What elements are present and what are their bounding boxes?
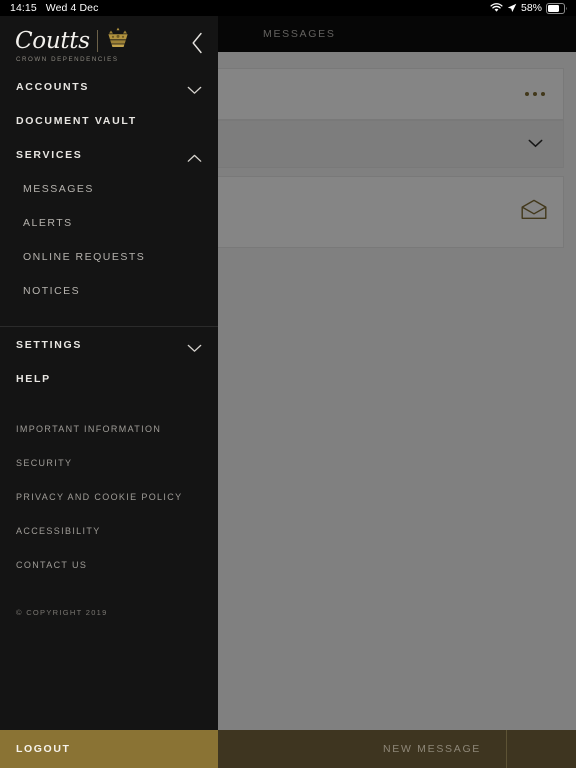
sidebar-item-settings[interactable]: SETTINGS [0, 328, 218, 362]
sidebar-item-label: MESSAGES [23, 183, 94, 195]
logout-button[interactable]: LOGOUT [0, 730, 218, 768]
footer-link-important-information[interactable]: IMPORTANT INFORMATION [0, 412, 218, 446]
brand-name: Coutts [15, 28, 90, 54]
brand-logo: Coutts [15, 26, 131, 53]
chevron-down-icon[interactable] [187, 340, 202, 358]
chevron-up-icon[interactable] [187, 150, 202, 168]
primary-nav: ACCOUNTS DOCUMENT VAULT SERVICES MESSAGES AL… [0, 70, 218, 308]
logout-label: LOGOUT [16, 743, 71, 755]
nav-divider [0, 326, 218, 327]
sidebar-item-label: SETTINGS [16, 339, 83, 351]
footer-link-accessibility[interactable]: ACCESSIBILITY [0, 514, 218, 548]
sidebar-item-alerts[interactable]: ALERTS [0, 206, 218, 240]
footer-link-label: ACCESSIBILITY [16, 526, 101, 536]
new-message-label: NEW MESSAGE [382, 743, 482, 755]
location-arrow-icon [507, 3, 517, 13]
navigation-drawer: Coutts CROWN DEPENDENCIES ACCOUNTS DOCUM… [0, 16, 218, 730]
status-date: Wed 4 Dec [45, 2, 99, 14]
footer-link-label: CONTACT US [16, 560, 88, 570]
footer-link-label: SECURITY [16, 458, 73, 468]
sidebar-item-label: ALERTS [23, 217, 73, 229]
sidebar-item-label: NOTICES [23, 285, 81, 297]
open-envelope-icon[interactable] [521, 199, 547, 225]
chevron-down-icon[interactable] [187, 82, 202, 100]
crown-crest-icon [105, 26, 131, 53]
sidebar-item-label: ONLINE REQUESTS [23, 251, 146, 263]
ellipsis-icon[interactable] [525, 92, 545, 96]
brand-header: Coutts CROWN DEPENDENCIES [0, 16, 218, 70]
battery-percent: 58% [520, 2, 542, 14]
chevron-left-icon[interactable] [191, 32, 204, 59]
sidebar-item-label: HELP [16, 373, 51, 385]
sidebar-item-help[interactable]: HELP [0, 362, 218, 396]
status-bar-left: 14:15 Wed 4 Dec [0, 2, 98, 14]
status-time: 14:15 [10, 2, 37, 14]
new-message-button[interactable]: NEW MESSAGE [218, 730, 576, 768]
sidebar-item-online-requests[interactable]: ONLINE REQUESTS [0, 240, 218, 274]
footer-links: IMPORTANT INFORMATION SECURITY PRIVACY AND… [0, 412, 218, 582]
sidebar-item-accounts[interactable]: ACCOUNTS [0, 70, 218, 104]
status-bar-right: 58% [490, 2, 576, 14]
footer-link-label: IMPORTANT INFORMATION [16, 424, 162, 434]
footer-link-label: PRIVACY AND COOKIE POLICY [16, 492, 183, 502]
footer-link-contact-us[interactable]: CONTACT US [0, 548, 218, 582]
brand-subtitle: CROWN DEPENDENCIES [16, 56, 119, 63]
sidebar-item-messages[interactable]: MESSAGES [0, 172, 218, 206]
sidebar-item-label: SERVICES [16, 149, 83, 161]
brand-divider [96, 30, 98, 52]
footer-link-privacy-and-cookie-policy[interactable]: PRIVACY AND COOKIE POLICY [0, 480, 218, 514]
footer-link-security[interactable]: SECURITY [0, 446, 218, 480]
sidebar-item-services[interactable]: SERVICES [0, 138, 218, 172]
status-bar: 14:15 Wed 4 Dec 58% [0, 0, 576, 16]
sidebar-item-label: ACCOUNTS [16, 81, 90, 93]
page-title: MESSAGES [263, 28, 336, 40]
sidebar-item-document-vault[interactable]: DOCUMENT VAULT [0, 104, 218, 138]
sidebar-item-label: DOCUMENT VAULT [16, 115, 137, 127]
battery-icon [546, 2, 568, 14]
chevron-down-icon[interactable] [528, 135, 543, 153]
copyright-text: © COPYRIGHT 2019 [16, 608, 108, 617]
sidebar-item-notices[interactable]: NOTICES [0, 274, 218, 308]
bottom-action-bar: LOGOUT NEW MESSAGE [0, 730, 576, 768]
app-screen: 14:15 Wed 4 Dec 58% MESSAGES Coutts CROW… [0, 0, 576, 768]
secondary-nav: SETTINGS HELP [0, 328, 218, 396]
wifi-icon [490, 3, 503, 13]
